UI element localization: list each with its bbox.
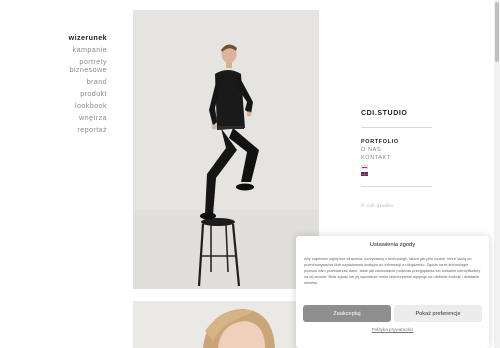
- portfolio-photo-man-on-stool[interactable]: [133, 10, 319, 289]
- nav-item-portrety-biznesowe[interactable]: portrety biznesowe: [40, 58, 107, 74]
- menu-item-o-nas[interactable]: O NAS: [361, 146, 433, 154]
- copyright-note: © cdi.studio: [361, 204, 394, 209]
- nav-item-wizerunek[interactable]: wizerunek: [40, 34, 107, 42]
- divider: [361, 186, 432, 187]
- category-nav: wizerunek kampanie portrety biznesowe br…: [40, 34, 107, 138]
- menu-item-kontakt[interactable]: KONTAKT: [361, 154, 433, 162]
- nav-item-produkt[interactable]: produkt: [40, 90, 107, 98]
- cookie-consent-dialog: Ustawienia zgody Aby zapewnić najlepsze …: [296, 236, 489, 348]
- studio-menu: CDI.STUDIO PORTFOLIO O NAS KONTAKT: [361, 110, 433, 197]
- page-scrollbar[interactable]: [494, 0, 500, 348]
- studio-logo-text[interactable]: CDI.STUDIO: [361, 110, 433, 117]
- show-preferences-button[interactable]: Pokaż preferencje: [394, 305, 482, 322]
- nav-item-lookbook[interactable]: lookbook: [40, 102, 107, 110]
- cookie-buttons: Zaakceptuj Pokaż preferencje: [303, 305, 482, 322]
- nav-item-reportaz[interactable]: reportaż: [40, 126, 107, 134]
- scrollbar-thumb[interactable]: [495, 2, 499, 62]
- cookie-dialog-title: Ustawienia zgody: [369, 242, 416, 248]
- accept-button[interactable]: Zaakceptuj: [303, 305, 391, 322]
- privacy-policy-link[interactable]: Polityka prywatności: [296, 327, 489, 332]
- nav-item-brand[interactable]: brand: [40, 78, 107, 86]
- divider: [361, 127, 432, 128]
- pl-flag-icon[interactable]: [361, 165, 368, 169]
- cookie-dialog-text: Aby zapewnić najlepsze wrażenia, korzyst…: [304, 256, 481, 285]
- gb-flag-icon[interactable]: [361, 172, 368, 176]
- nav-item-kampanie[interactable]: kampanie: [40, 46, 107, 54]
- man-on-stool-illustration: [133, 10, 319, 289]
- nav-item-wnetrza[interactable]: wnętrza: [40, 114, 107, 122]
- menu-item-portfolio[interactable]: PORTFOLIO: [361, 138, 433, 146]
- woman-portrait-illustration: [133, 301, 319, 348]
- portfolio-photo-woman[interactable]: [133, 301, 319, 348]
